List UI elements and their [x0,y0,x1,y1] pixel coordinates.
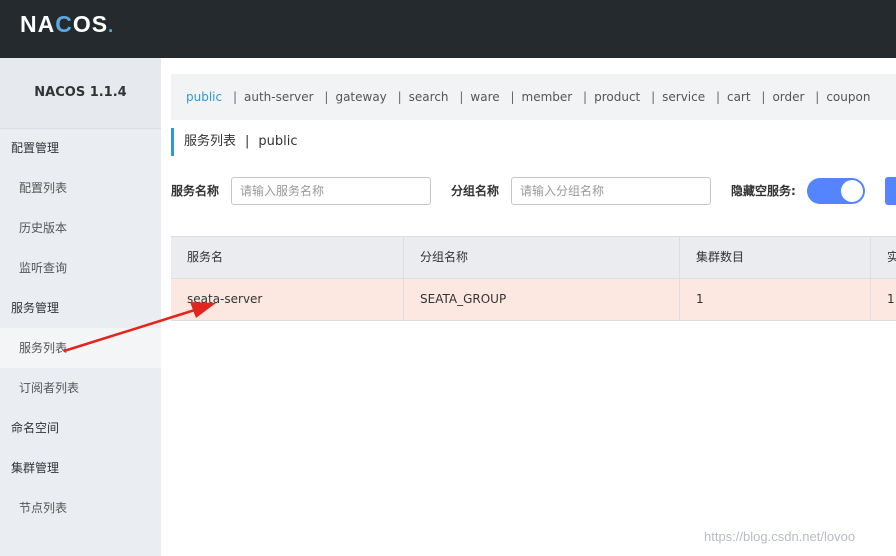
sidebar-item-cluster-management[interactable]: 集群管理 [0,448,172,488]
table-header-service-name[interactable]: 服务名 [171,237,404,278]
query-button[interactable] [885,177,896,205]
namespace-bar: public | auth-server | gateway | search | wa… [171,74,896,120]
namespace-tab-public[interactable]: public [186,90,222,104]
sidebar-item-subscriber-list[interactable]: 订阅者列表 [0,368,180,408]
table-header-group-name[interactable]: 分组名称 [404,237,680,278]
sidebar: NACOS 1.1.4 配置管理 配置列表 历史版本 监听查询 服务管理 服务列… [0,58,180,556]
namespace-tab-gateway[interactable]: gateway [335,90,386,104]
namespace-separator: | [761,90,766,104]
namespace-separator: | [510,90,515,104]
table-row[interactable]: seata-server SEATA_GROUP 1 1 [171,279,896,321]
service-name-input[interactable] [231,177,431,205]
sidebar-item-namespace[interactable]: 命名空间 [0,408,172,448]
table-header-row: 服务名 分组名称 集群数目 实 [171,237,896,279]
table-cell-service-name: seata-server [171,279,404,320]
table-cell-group-name: SEATA_GROUP [404,279,680,320]
service-table: 服务名 分组名称 集群数目 实 seata-server SEATA_GROUP… [171,236,896,321]
page-title: 服务列表 | public [171,128,298,156]
namespace-tab-cart[interactable]: cart [727,90,751,104]
service-name-label: 服务名称 [171,184,220,198]
logo-dot: . [108,16,115,36]
namespace-separator: | [397,90,402,104]
namespace-tab-ware[interactable]: ware [470,90,499,104]
sidebar-item-history-version[interactable]: 历史版本 [0,208,180,248]
table-header-cluster-count[interactable]: 集群数目 [680,237,871,278]
sidebar-item-service-list[interactable]: 服务列表 [0,328,180,368]
namespace-tab-auth-server[interactable]: auth-server [244,90,314,104]
watermark-text: https://blog.csdn.net/lovoo [704,529,856,544]
sidebar-item-config-management[interactable]: 配置管理 [0,128,172,168]
namespace-separator: | [815,90,820,104]
namespace-separator: | [583,90,588,104]
main-content: public | auth-server | gateway | search | wa… [161,58,896,556]
nacos-logo[interactable]: NACOS. [20,12,114,36]
table-cell-instance-count: 1 [887,292,895,306]
table-cell-cluster-count: 1 [680,279,871,320]
namespace-tab-order[interactable]: order [772,90,804,104]
namespace-separator: | [651,90,656,104]
page-title-namespace: public [258,134,298,149]
namespace-tab-member[interactable]: member [522,90,573,104]
namespace-tab-product[interactable]: product [594,90,640,104]
namespace-separator: | [715,90,720,104]
hide-empty-services-label: 隐藏空服务: [731,184,796,198]
logo-text-part2: C [55,11,73,37]
sidebar-item-service-management[interactable]: 服务管理 [0,288,172,328]
page-title-separator: | [245,134,250,149]
sidebar-item-node-list[interactable]: 节点列表 [0,488,180,528]
logo-text-part3: OS [72,11,109,37]
logo-text-part1: NA [20,11,56,37]
hide-empty-services-toggle[interactable] [807,178,865,204]
namespace-tab-search[interactable]: search [409,90,449,104]
top-navbar: NACOS. [0,0,896,58]
version-label: NACOS 1.1.4 [0,58,161,129]
table-header-instance-count[interactable]: 实 [871,237,896,278]
sidebar-item-listener-query[interactable]: 监听查询 [0,248,180,288]
namespace-separator: | [459,90,464,104]
page-title-text: 服务列表 [184,134,237,149]
namespace-tab-service[interactable]: service [662,90,705,104]
namespace-separator: | [324,90,329,104]
group-name-input[interactable] [511,177,711,205]
group-name-label: 分组名称 [451,184,500,198]
namespace-tab-coupon[interactable]: coupon [826,90,870,104]
toggle-knob [841,180,863,202]
sidebar-item-config-list[interactable]: 配置列表 [0,168,180,208]
namespace-separator: | [232,90,237,104]
